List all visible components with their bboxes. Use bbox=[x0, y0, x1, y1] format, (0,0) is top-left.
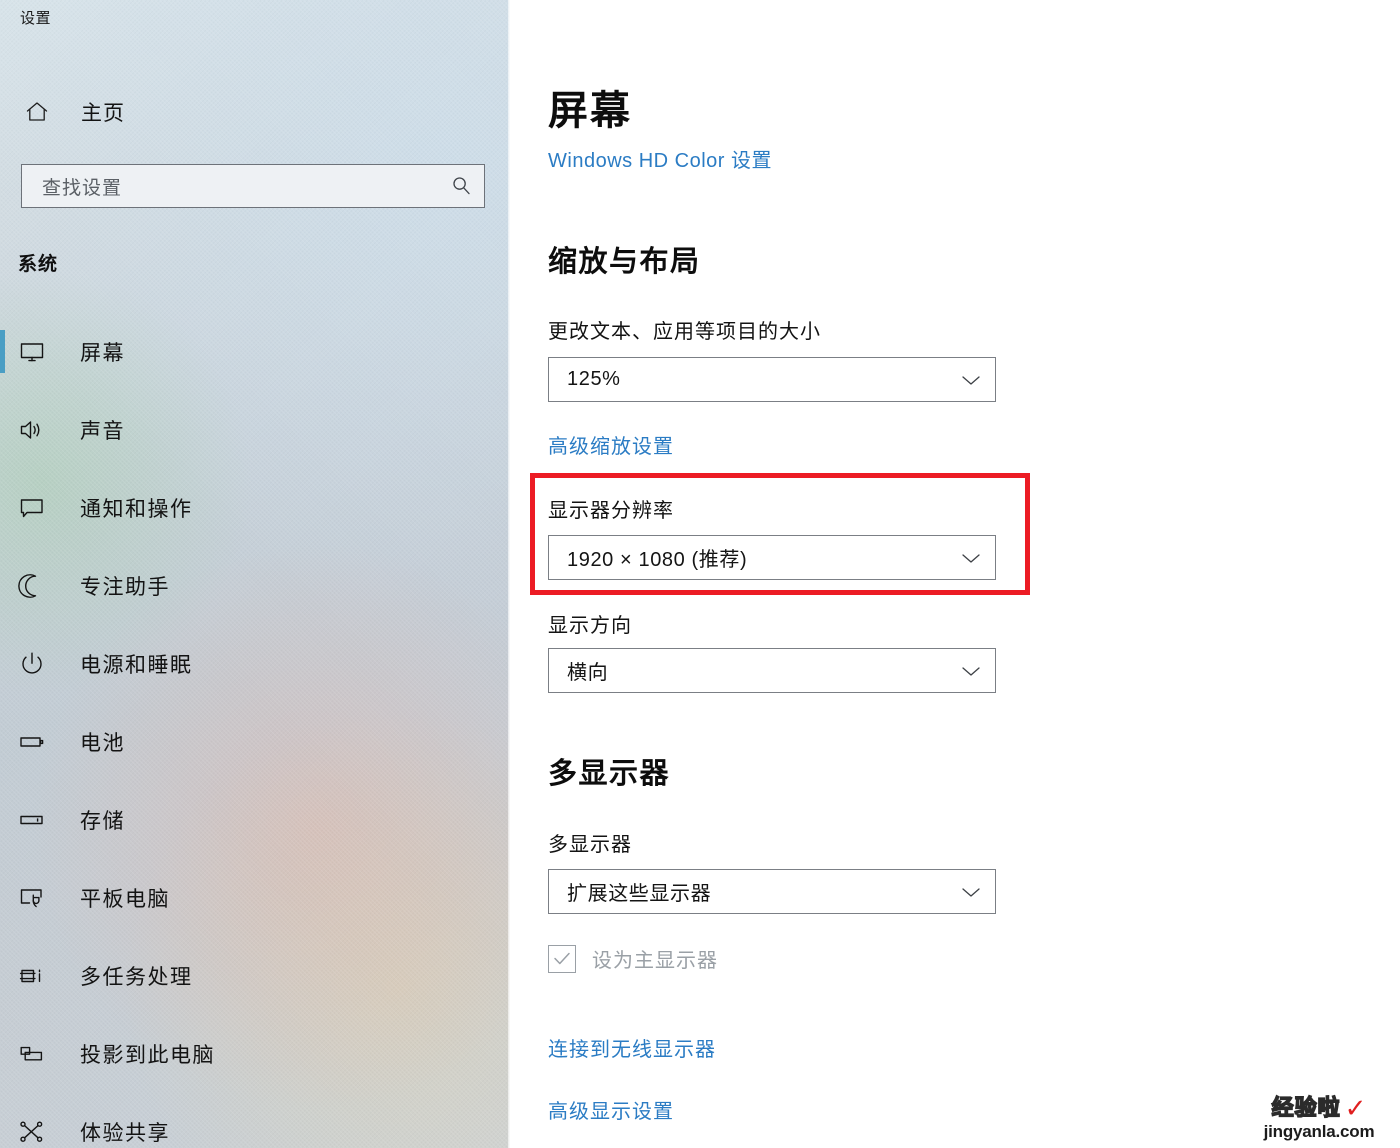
sidebar-item-project-to-pc-label: 投影到此电脑 bbox=[80, 1043, 215, 1067]
multi-display-dropdown-value: 扩展这些显示器 bbox=[567, 883, 712, 905]
sidebar: 设置 主页 查找设置 系统 屏幕 声音 通知和操作 专注助手 电源和睡眠 电池 … bbox=[0, 0, 510, 1148]
sidebar-item-shared-experiences[interactable]: 体验共享 bbox=[0, 1106, 510, 1148]
multi-display-field-label: 多显示器 bbox=[548, 834, 632, 856]
watermark-brand-text: 经验啦 bbox=[1271, 1094, 1341, 1120]
advanced-scaling-link[interactable]: 高级缩放设置 bbox=[548, 430, 674, 459]
speaker-icon bbox=[18, 416, 58, 444]
monitor-icon bbox=[18, 338, 58, 366]
sidebar-item-multitasking[interactable]: 多任务处理 bbox=[0, 950, 510, 1001]
sidebar-item-focus-assist-label: 专注助手 bbox=[80, 575, 170, 599]
selected-accent-bar bbox=[0, 954, 5, 997]
watermark-url: jingyanla.com bbox=[1263, 1121, 1375, 1141]
selected-accent-bar bbox=[0, 486, 5, 529]
search-icon[interactable] bbox=[438, 175, 484, 197]
selected-accent-bar bbox=[0, 330, 5, 373]
sidebar-item-storage[interactable]: 存储 bbox=[0, 794, 510, 845]
scale-dropdown-value: 125% bbox=[567, 368, 621, 390]
sidebar-item-battery-label: 电池 bbox=[80, 731, 125, 755]
resolution-dropdown-value: 1920 × 1080 (推荐) bbox=[567, 549, 748, 571]
watermark: 经验啦 ✓ jingyanla.com bbox=[1246, 1095, 1392, 1142]
sidebar-group-title: 系统 bbox=[18, 254, 59, 275]
sidebar-item-battery[interactable]: 电池 bbox=[0, 716, 510, 767]
share-icon bbox=[18, 1118, 58, 1146]
make-primary-display-label: 设为主显示器 bbox=[592, 950, 718, 972]
sidebar-item-notifications-label: 通知和操作 bbox=[80, 497, 193, 521]
windows-hd-color-link[interactable]: Windows HD Color 设置 bbox=[548, 144, 772, 173]
chevron-down-icon bbox=[947, 373, 995, 387]
advanced-display-settings-link[interactable]: 高级显示设置 bbox=[548, 1095, 674, 1124]
selected-accent-bar bbox=[0, 642, 5, 685]
notification-icon bbox=[18, 494, 58, 522]
selected-accent-bar bbox=[0, 876, 5, 919]
orientation-dropdown[interactable]: 横向 bbox=[548, 648, 996, 693]
selected-accent-bar bbox=[0, 564, 5, 607]
search-input[interactable]: 查找设置 bbox=[21, 164, 485, 208]
home-icon bbox=[19, 99, 55, 125]
resolution-dropdown[interactable]: 1920 × 1080 (推荐) bbox=[548, 535, 996, 580]
sidebar-item-notifications[interactable]: 通知和操作 bbox=[0, 482, 510, 533]
orientation-field-label: 显示方向 bbox=[548, 615, 632, 637]
selected-accent-bar bbox=[0, 798, 5, 841]
moon-icon bbox=[18, 572, 58, 600]
sidebar-item-home-label: 主页 bbox=[81, 102, 125, 125]
sidebar-item-sound-label: 声音 bbox=[80, 419, 125, 443]
sidebar-item-multitasking-label: 多任务处理 bbox=[80, 965, 193, 989]
chevron-down-icon bbox=[947, 885, 995, 899]
battery-icon bbox=[18, 728, 58, 756]
search-input-placeholder: 查找设置 bbox=[42, 177, 123, 199]
sidebar-item-shared-experiences-label: 体验共享 bbox=[80, 1121, 170, 1145]
sidebar-item-power-sleep-label: 电源和睡眠 bbox=[80, 653, 193, 677]
multitask-icon bbox=[18, 962, 58, 990]
app-title: 设置 bbox=[20, 10, 52, 27]
sidebar-item-home[interactable]: 主页 bbox=[19, 92, 125, 132]
main-content: 屏幕 Windows HD Color 设置 缩放与布局 更改文本、应用等项目的… bbox=[510, 0, 1400, 1148]
watermark-brand-row: 经验啦 ✓ bbox=[1246, 1095, 1392, 1121]
chevron-down-icon bbox=[947, 664, 995, 678]
chevron-down-icon bbox=[947, 551, 995, 565]
settings-window: 设置 主页 查找设置 系统 屏幕 声音 通知和操作 专注助手 电源和睡眠 电池 … bbox=[0, 0, 1400, 1148]
sidebar-item-project-to-pc[interactable]: 投影到此电脑 bbox=[0, 1028, 510, 1079]
sidebar-item-tablet[interactable]: 平板电脑 bbox=[0, 872, 510, 923]
selected-accent-bar bbox=[0, 1110, 5, 1148]
section-heading-multi-display: 多显示器 bbox=[548, 758, 671, 790]
storage-icon bbox=[18, 806, 58, 834]
multi-display-dropdown[interactable]: 扩展这些显示器 bbox=[548, 869, 996, 914]
connect-wireless-display-link[interactable]: 连接到无线显示器 bbox=[548, 1033, 716, 1062]
selected-accent-bar bbox=[0, 408, 5, 451]
section-heading-scale-layout: 缩放与布局 bbox=[548, 246, 701, 278]
sidebar-item-sound[interactable]: 声音 bbox=[0, 404, 510, 455]
power-icon bbox=[18, 650, 58, 678]
resolution-field-label: 显示器分辨率 bbox=[548, 500, 674, 522]
sidebar-item-power-sleep[interactable]: 电源和睡眠 bbox=[0, 638, 510, 689]
sidebar-nav-list: 屏幕 声音 通知和操作 专注助手 电源和睡眠 电池 存储 平板电脑 多任务处理 … bbox=[0, 326, 510, 1148]
scale-dropdown[interactable]: 125% bbox=[548, 357, 996, 402]
sidebar-item-storage-label: 存储 bbox=[80, 809, 125, 833]
sidebar-item-tablet-label: 平板电脑 bbox=[80, 887, 170, 911]
make-primary-display-checkbox-row[interactable]: 设为主显示器 bbox=[548, 944, 718, 973]
selected-accent-bar bbox=[0, 720, 5, 763]
tablet-icon bbox=[18, 884, 58, 912]
check-icon: ✓ bbox=[1344, 1092, 1367, 1123]
project-icon bbox=[18, 1040, 58, 1068]
make-primary-display-checkbox[interactable] bbox=[548, 944, 576, 973]
page-title: 屏幕 bbox=[548, 89, 632, 133]
sidebar-item-focus-assist[interactable]: 专注助手 bbox=[0, 560, 510, 611]
scale-field-label: 更改文本、应用等项目的大小 bbox=[548, 321, 821, 343]
sidebar-item-display[interactable]: 屏幕 bbox=[0, 326, 510, 377]
selected-accent-bar bbox=[0, 1032, 5, 1075]
sidebar-item-display-label: 屏幕 bbox=[80, 341, 125, 365]
orientation-dropdown-value: 横向 bbox=[567, 662, 609, 684]
